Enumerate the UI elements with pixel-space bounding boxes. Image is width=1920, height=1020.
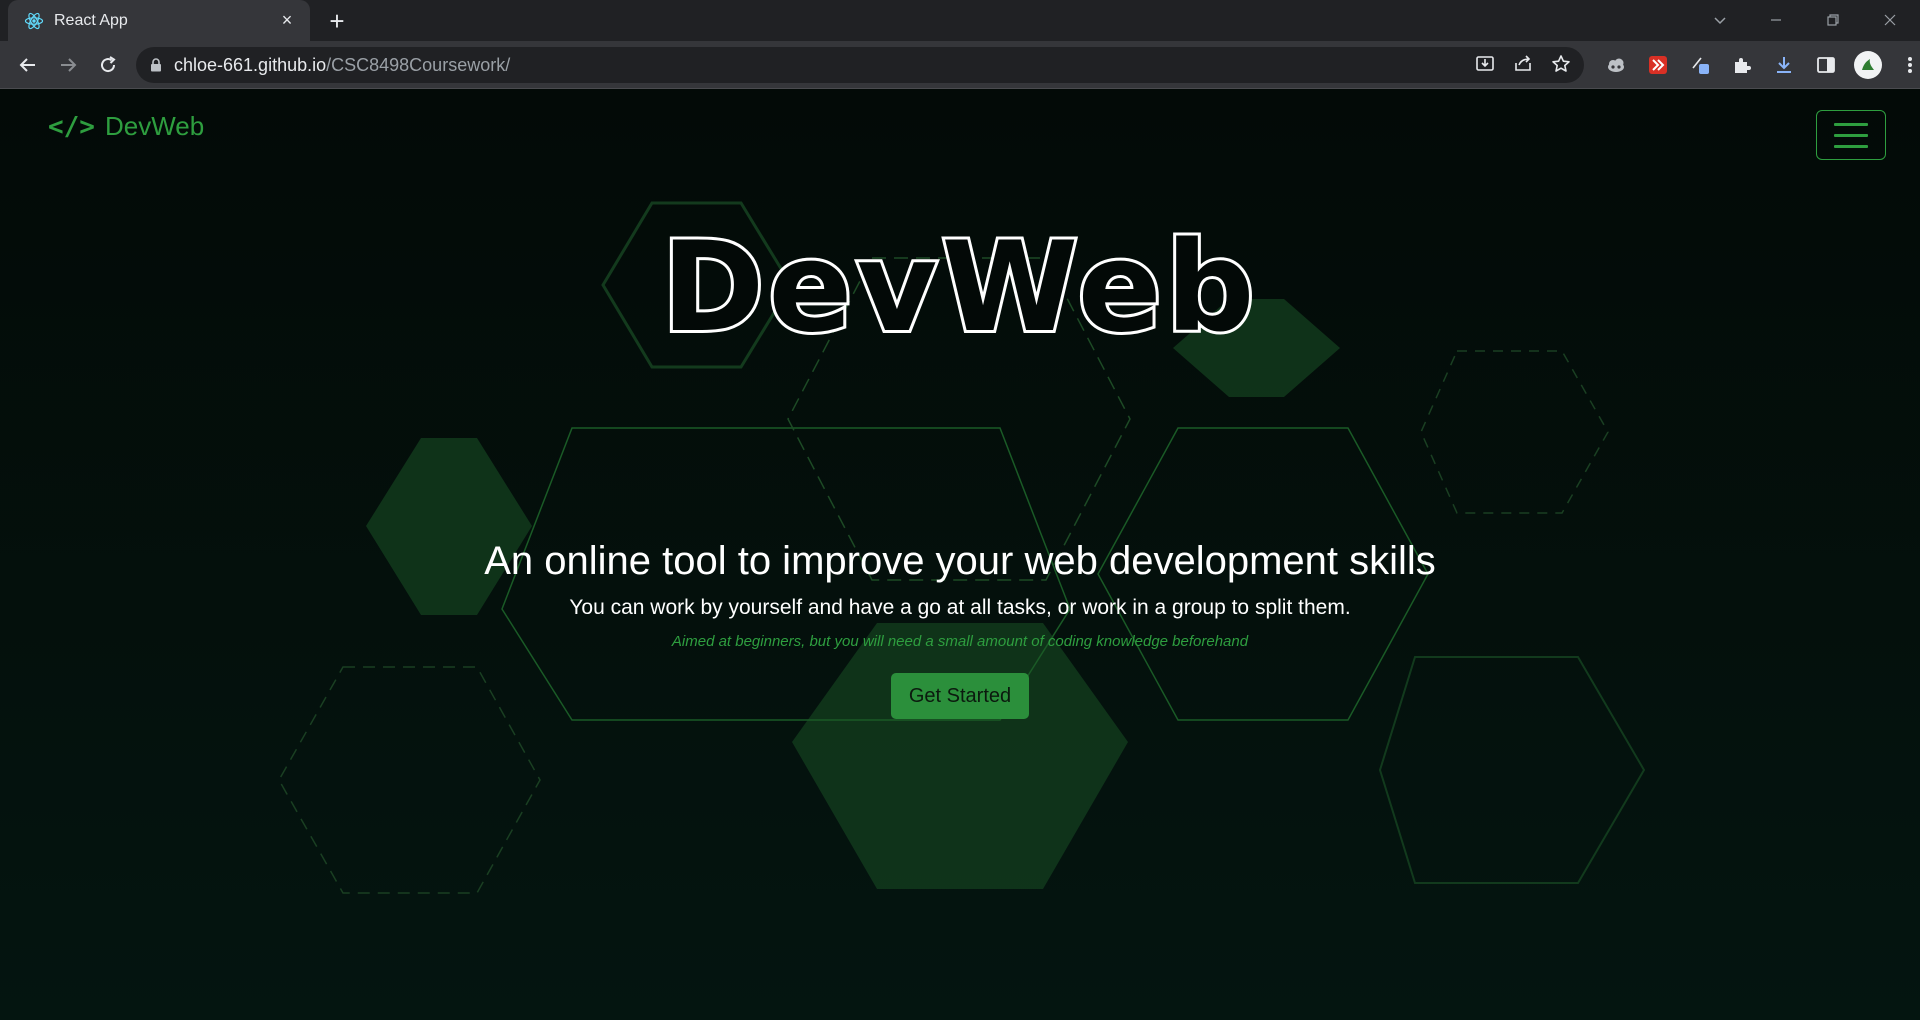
- hamburger-line-icon: [1834, 144, 1868, 148]
- address-bar[interactable]: chloe-661.github.io/CSC8498Coursework/: [136, 47, 1584, 83]
- tab-strip: React App × +: [0, 0, 1920, 41]
- url-host: chloe-661.github.io: [174, 54, 327, 75]
- hero-subtitle: You can work by yourself and have a go a…: [569, 596, 1351, 619]
- close-tab-icon[interactable]: ×: [276, 10, 298, 32]
- restore-icon[interactable]: [1813, 6, 1853, 34]
- side-panel-icon[interactable]: [1810, 49, 1842, 81]
- hamburger-line-icon: [1834, 133, 1868, 137]
- share-icon[interactable]: [1512, 53, 1534, 80]
- hamburger-line-icon: [1834, 122, 1868, 126]
- tab-title: React App: [54, 11, 128, 29]
- code-icon: </>: [48, 111, 95, 142]
- minimize-icon[interactable]: [1756, 6, 1796, 34]
- new-tab-button[interactable]: +: [322, 6, 352, 36]
- profile-avatar[interactable]: [1852, 49, 1884, 81]
- brand-logo-link[interactable]: </> DevWeb: [48, 111, 204, 142]
- forward-button[interactable]: [52, 49, 84, 81]
- hex-dashed-right: [1420, 350, 1609, 514]
- back-button[interactable]: [12, 49, 44, 81]
- url-path: /CSC8498Coursework/: [326, 54, 511, 75]
- hero-title-text: DevWeb: [661, 224, 1258, 344]
- hex-dashed-left: [278, 666, 541, 894]
- hex-filled-left: [366, 438, 532, 615]
- hex-outline-bottom-right: [1378, 656, 1646, 884]
- lock-icon: [150, 58, 162, 72]
- extension-red-icon[interactable]: [1642, 49, 1674, 81]
- menu-kebab-icon[interactable]: [1894, 49, 1920, 81]
- install-app-icon[interactable]: [1474, 53, 1496, 80]
- menu-toggle-button[interactable]: [1816, 110, 1886, 160]
- tab-react-app[interactable]: React App ×: [8, 0, 310, 41]
- extensions-puzzle-icon[interactable]: [1726, 49, 1758, 81]
- hero-tagline: An online tool to improve your web devel…: [484, 539, 1436, 583]
- hex-filled-center: [792, 623, 1128, 889]
- bookmark-star-icon[interactable]: [1550, 53, 1572, 80]
- extension-cloud-icon[interactable]: [1600, 49, 1632, 81]
- react-icon: [24, 11, 44, 31]
- extension-pen-icon[interactable]: [1684, 49, 1716, 81]
- browser-toolbar: chloe-661.github.io/CSC8498Coursework/: [0, 41, 1920, 89]
- get-started-button[interactable]: Get Started: [891, 673, 1029, 719]
- tab-search-icon[interactable]: [1700, 6, 1740, 34]
- brand-name: DevWeb: [104, 111, 205, 141]
- page-content: </> DevWeb DevWeb An online tool to impr…: [0, 89, 1920, 1020]
- hero-title: DevWeb: [0, 213, 1920, 363]
- close-window-icon[interactable]: [1870, 6, 1910, 34]
- reload-button[interactable]: [92, 49, 124, 81]
- download-icon[interactable]: [1768, 49, 1800, 81]
- hero-note: Aimed at beginners, but you will need a …: [671, 633, 1249, 650]
